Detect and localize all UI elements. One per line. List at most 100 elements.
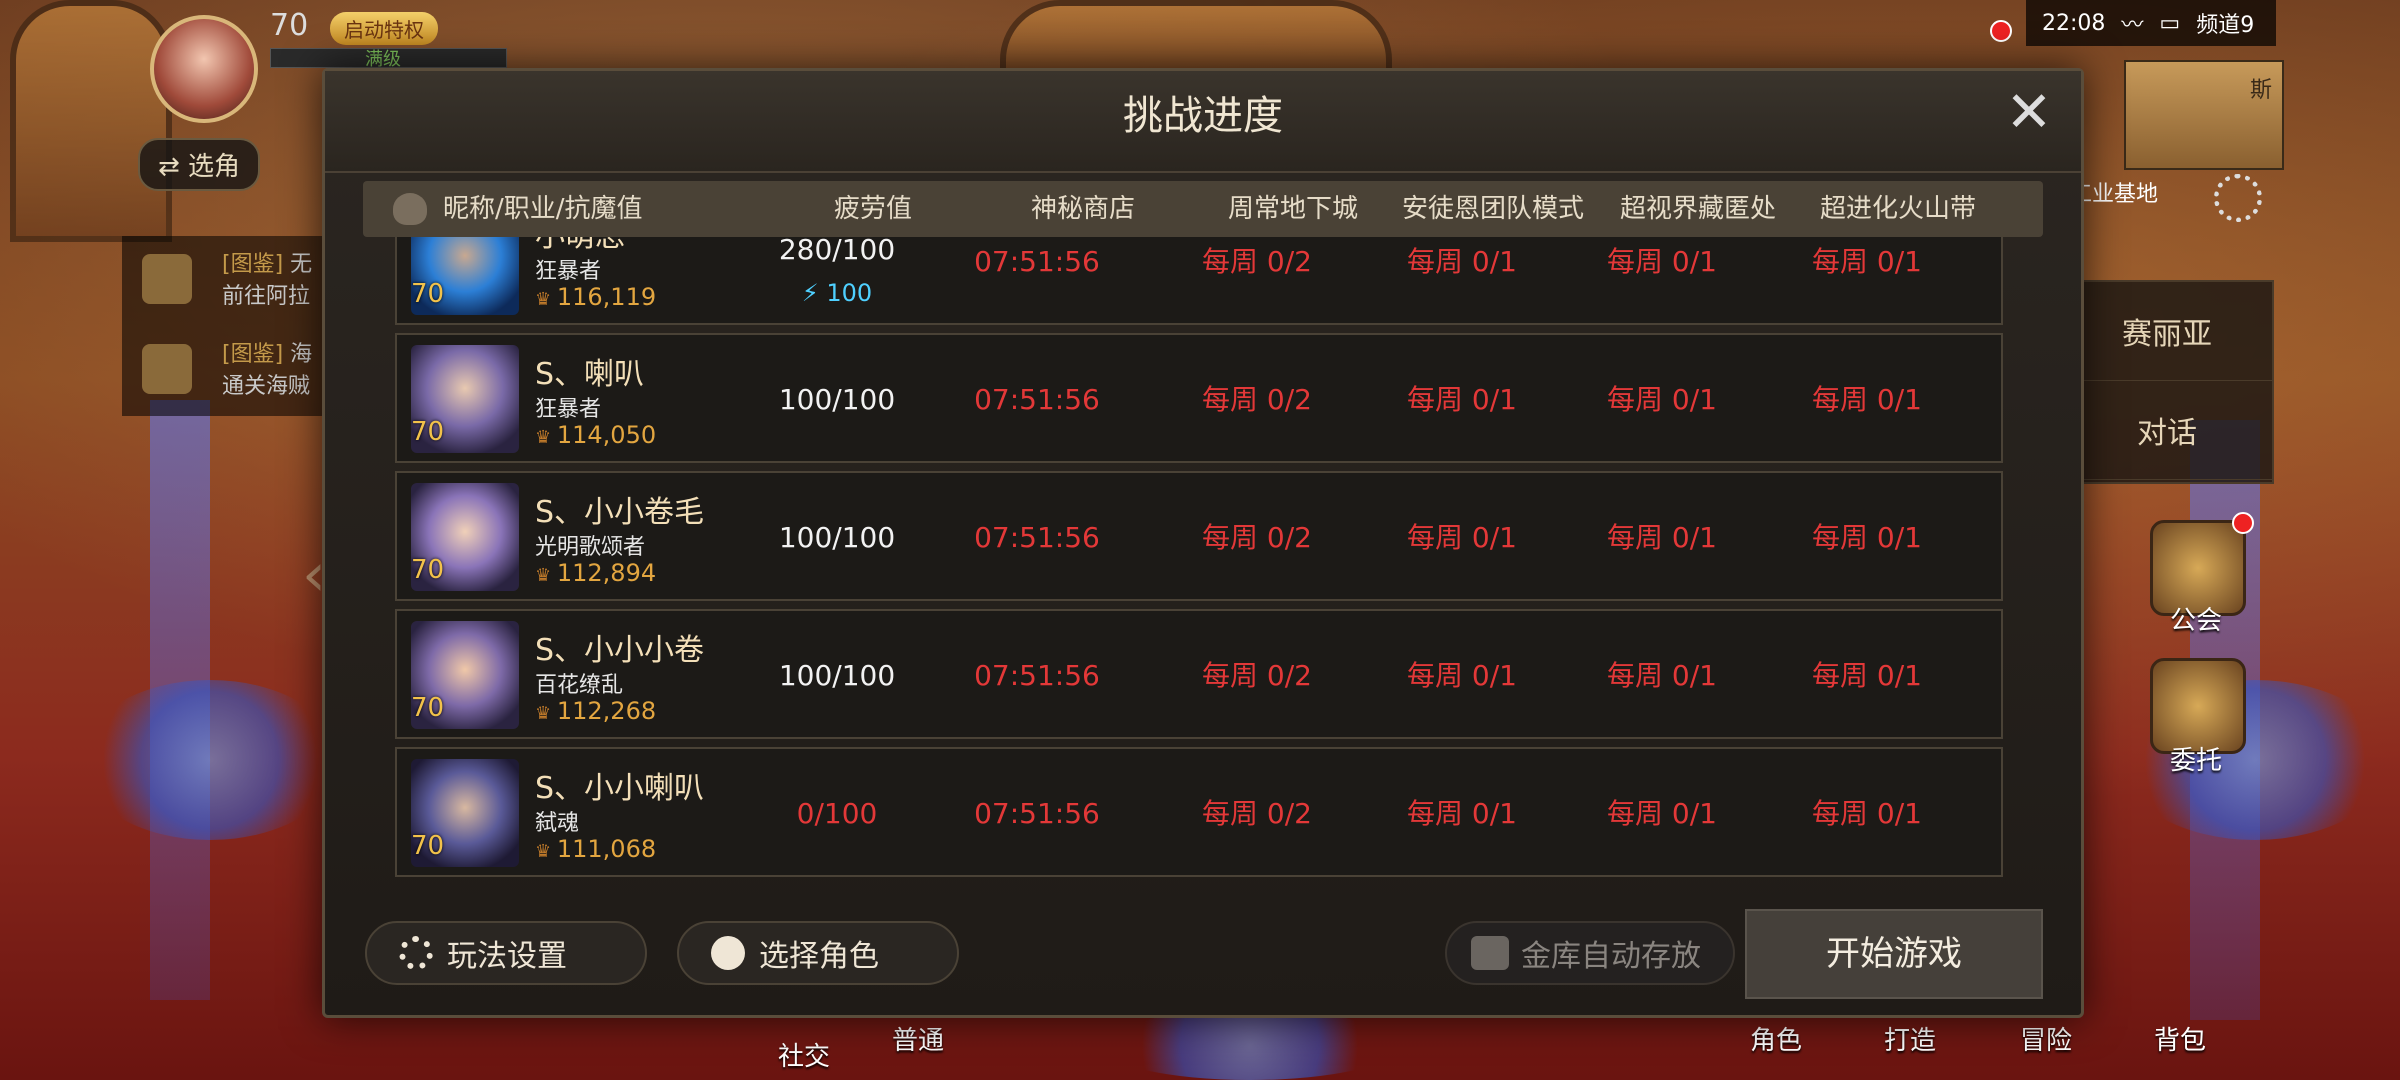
character-name: S、小小喇叭 bbox=[535, 771, 705, 806]
status-bar: 22:08 〰 ▭ 频道9 bbox=[2026, 0, 2276, 46]
character-name: S、喇叭 bbox=[535, 357, 645, 392]
shop-timer: 07:51:56 bbox=[974, 797, 1100, 830]
fatigue-value: 0/100 bbox=[796, 797, 878, 830]
bottom-adventure[interactable]: 冒险 bbox=[2020, 1020, 2072, 1057]
guild-label: 公会 bbox=[2170, 606, 2223, 636]
npc-dialog-button[interactable]: 对话 bbox=[2062, 381, 2272, 480]
bg-window-left bbox=[10, 0, 172, 242]
privilege-badge[interactable]: 启动特权 bbox=[330, 12, 438, 45]
play-settings-button[interactable]: 玩法设置 bbox=[365, 921, 647, 985]
character-job: 狂暴者 bbox=[535, 259, 602, 284]
start-game-button[interactable]: 开始游戏 bbox=[1745, 909, 2043, 999]
character-level: 70 bbox=[411, 417, 445, 447]
character-power: 114,050 bbox=[535, 421, 656, 449]
quest-item[interactable]: [图鉴] 无 前往阿拉 bbox=[122, 236, 332, 326]
user-icon bbox=[393, 193, 427, 225]
play-settings-label: 玩法设置 bbox=[447, 939, 567, 974]
quest-tag: [图鉴] bbox=[222, 342, 284, 367]
character-power: 112,894 bbox=[535, 559, 656, 587]
fatigue-value: 100/100 bbox=[778, 659, 896, 692]
player-avatar[interactable] bbox=[150, 15, 258, 123]
character-level: 70 bbox=[411, 831, 445, 861]
character-name: S、小小小卷 bbox=[535, 633, 705, 668]
character-level: 70 bbox=[411, 693, 445, 723]
notification-dot bbox=[2232, 512, 2254, 534]
minimap-label: 斯 bbox=[2249, 78, 2272, 103]
quest-item[interactable]: [图鉴] 海 通关海贼 bbox=[122, 326, 332, 416]
hideout-count: 每周 0/1 bbox=[1607, 245, 1717, 278]
character-power: 112,268 bbox=[535, 697, 656, 725]
quest-title: 海 bbox=[290, 342, 313, 367]
anton-count: 每周 0/1 bbox=[1407, 659, 1517, 692]
group-icon bbox=[142, 344, 192, 394]
commission-label: 委托 bbox=[2170, 746, 2223, 776]
quest-desc: 通关海贼 bbox=[222, 374, 311, 399]
character-power: 111,068 bbox=[535, 835, 656, 863]
bottom-craft[interactable]: 打造 bbox=[1884, 1020, 1936, 1057]
col-anton: 安徒恩团队模式 bbox=[1401, 194, 1584, 224]
clock: 22:08 bbox=[2042, 10, 2106, 36]
anton-count: 每周 0/1 bbox=[1407, 383, 1517, 416]
vault-icon bbox=[1471, 936, 1509, 970]
bottom-social[interactable]: 社交 bbox=[778, 1036, 830, 1073]
battery-icon: ▭ bbox=[2159, 10, 2181, 36]
col-hideout: 超视界藏匿处 bbox=[1619, 194, 1776, 224]
vault-auto-store-label: 金库自动存放 bbox=[1521, 939, 1701, 974]
weekly-dungeon-count: 每周 0/2 bbox=[1202, 245, 1312, 278]
weekly-dungeon-count: 每周 0/2 bbox=[1202, 521, 1312, 554]
notification-dot bbox=[1990, 20, 2012, 42]
hideout-count: 每周 0/1 bbox=[1607, 383, 1717, 416]
col-shop: 神秘商店 bbox=[1030, 194, 1135, 224]
character-level: 70 bbox=[411, 279, 445, 309]
character-list[interactable]: 70 小萌总 狂暴者 116,119 280/100 ⚡ 100 07:51:5… bbox=[395, 237, 2005, 955]
fatigue-value: 100/100 bbox=[778, 521, 896, 554]
weekly-dungeon-count: 每周 0/2 bbox=[1202, 383, 1312, 416]
col-fatigue: 疲劳值 bbox=[833, 194, 912, 224]
quest-tag: [图鉴] bbox=[222, 252, 284, 277]
select-role-button[interactable]: 选择角色 bbox=[677, 921, 959, 985]
hideout-count: 每周 0/1 bbox=[1607, 659, 1717, 692]
select-role-label: 选择角色 bbox=[759, 939, 879, 974]
volcano-count: 每周 0/1 bbox=[1812, 383, 1922, 416]
channel-label[interactable]: 频道9 bbox=[2196, 7, 2254, 39]
quest-desc: 前往阿拉 bbox=[222, 284, 311, 309]
vault-auto-store-button[interactable]: 金库自动存放 bbox=[1445, 921, 1735, 985]
npc-name[interactable]: 赛丽亚 bbox=[2062, 282, 2272, 381]
col-volcano: 超进化火山带 bbox=[1819, 194, 1976, 224]
bottom-normal[interactable]: 普通 bbox=[892, 1020, 944, 1057]
player-level: 70 bbox=[270, 8, 309, 43]
close-icon[interactable]: ✕ bbox=[2005, 85, 2053, 141]
hideout-count: 每周 0/1 bbox=[1607, 797, 1717, 830]
table-row[interactable]: 70 S、小小卷毛 光明歌颂者 112,894 100/100 07:51:56… bbox=[395, 471, 2003, 601]
shop-timer: 07:51:56 bbox=[974, 659, 1100, 692]
table-row[interactable]: 70 S、喇叭 狂暴者 114,050 100/100 07:51:56 每周 … bbox=[395, 333, 2003, 463]
character-job: 光明歌颂者 bbox=[535, 535, 646, 560]
table-row[interactable]: 70 S、小小小卷 百花缭乱 112,268 100/100 07:51:56 … bbox=[395, 609, 2003, 739]
table-row[interactable]: 70 小萌总 狂暴者 116,119 280/100 ⚡ 100 07:51:5… bbox=[395, 237, 2003, 325]
character-job: 弑魂 bbox=[535, 811, 580, 836]
scroll-icon bbox=[142, 254, 192, 304]
volcano-count: 每周 0/1 bbox=[1812, 521, 1922, 554]
anton-count: 每周 0/1 bbox=[1407, 797, 1517, 830]
modal-title: 挑战进度 bbox=[325, 71, 2081, 173]
volcano-count: 每周 0/1 bbox=[1812, 659, 1922, 692]
shop-timer: 07:51:56 bbox=[974, 245, 1100, 278]
npc-panel: 赛丽亚 对话 bbox=[2060, 280, 2274, 484]
table-header: 昵称/职业/抗魔值 疲劳值 神秘商店 周常地下城 安徒恩团队模式 超视界藏匿处 … bbox=[363, 181, 2043, 237]
quest-list: [图鉴] 无 前往阿拉 [图鉴] 海 通关海贼 bbox=[122, 236, 332, 416]
bottom-bag[interactable]: 背包 bbox=[2154, 1020, 2206, 1057]
volcano-count: 每周 0/1 bbox=[1812, 797, 1922, 830]
character-job: 狂暴者 bbox=[535, 397, 602, 422]
bottom-character[interactable]: 角色 bbox=[1750, 1020, 1802, 1057]
switch-role-button[interactable]: ⇄ 选角 bbox=[138, 138, 261, 191]
minimap[interactable]: 斯 bbox=[2124, 60, 2284, 170]
shop-timer: 07:51:56 bbox=[974, 521, 1100, 554]
hideout-count: 每周 0/1 bbox=[1607, 521, 1717, 554]
quest-title: 无 bbox=[290, 252, 313, 277]
character-job: 百花缭乱 bbox=[535, 673, 624, 698]
table-row[interactable]: 70 S、小小喇叭 弑魂 111,068 0/100 07:51:56 每周 0… bbox=[395, 747, 2003, 877]
gear-icon[interactable] bbox=[2214, 174, 2262, 222]
bg-magic-circle-bottom bbox=[1100, 1010, 1400, 1080]
fatigue-value: 100/100 bbox=[778, 383, 896, 416]
challenge-progress-modal: 挑战进度 ✕ 昵称/职业/抗魔值 疲劳值 神秘商店 周常地下城 安徒恩团队模式 … bbox=[322, 68, 2084, 1018]
